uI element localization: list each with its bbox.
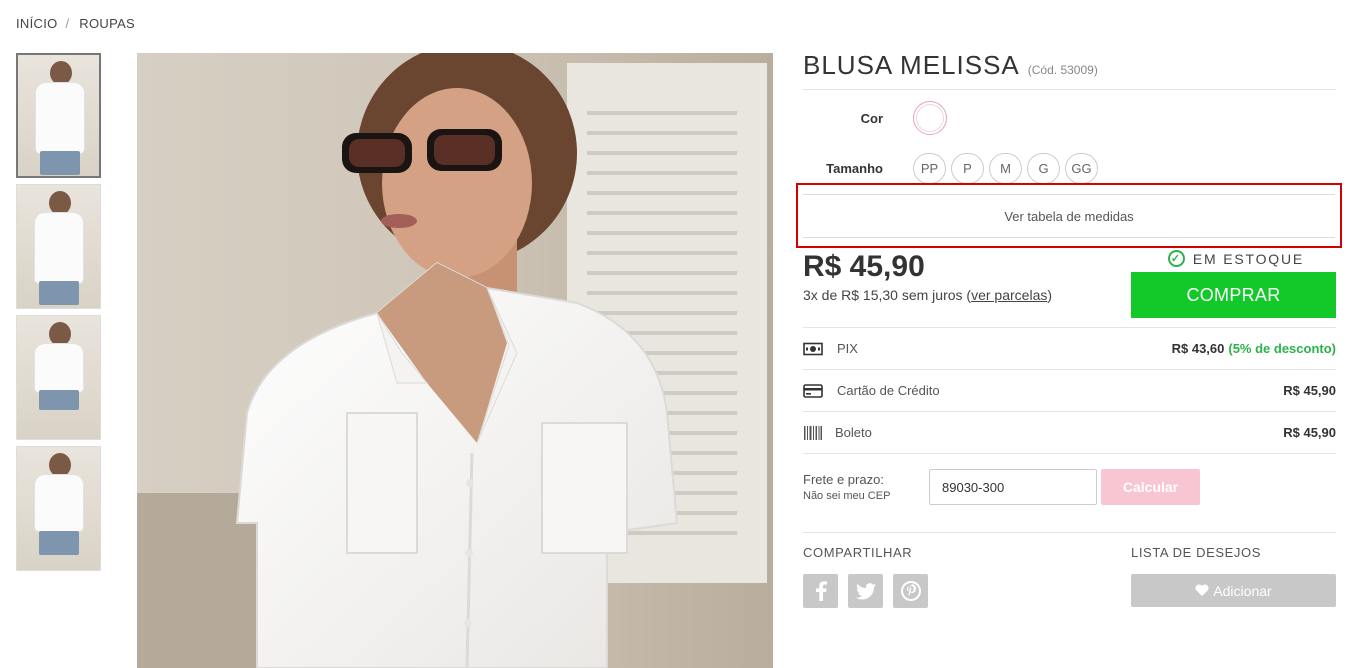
twitter-share-button[interactable] bbox=[848, 574, 883, 608]
product-photo bbox=[137, 53, 773, 668]
pinterest-share-button[interactable] bbox=[893, 574, 928, 608]
title-row: BLUSA MELISSA (Cód. 53009) bbox=[803, 48, 1336, 90]
wishlist-label: LISTA DE DESEJOS bbox=[1131, 545, 1262, 560]
product-title: BLUSA MELISSA bbox=[803, 50, 1020, 80]
installments-text: 3x de R$ 15,30 sem juros ( bbox=[803, 287, 972, 303]
payment-name: Boleto bbox=[835, 425, 872, 440]
product-price: R$ 45,90 bbox=[803, 250, 925, 283]
barcode-icon bbox=[803, 425, 823, 440]
size-table-link[interactable]: Ver tabela de medidas bbox=[803, 194, 1335, 238]
size-button-m[interactable]: M bbox=[989, 152, 1022, 184]
product-code: (Cód. 53009) bbox=[1027, 63, 1098, 77]
stock-status: ✓ EM ESTOQUE bbox=[1167, 250, 1304, 267]
size-table-highlight: Ver tabela de medidas bbox=[796, 183, 1342, 248]
main-product-image[interactable] bbox=[137, 53, 773, 668]
payment-value: R$ 43,60 bbox=[1171, 341, 1225, 356]
shipping-label: Frete e prazo: bbox=[803, 472, 884, 487]
shipping-calculator: Frete e prazo: Não sei meu CEP Calcular bbox=[803, 469, 1336, 533]
installments-link[interactable]: ver parcelas bbox=[971, 287, 1047, 303]
buy-button[interactable]: COMPRAR bbox=[1131, 272, 1336, 318]
payment-value: R$ 45,90 bbox=[1283, 383, 1336, 398]
size-button-g[interactable]: G bbox=[1027, 152, 1060, 184]
payment-methods: PIX R$ 43,60 (5% de desconto) Cartão de … bbox=[803, 328, 1336, 454]
thumbnail-3[interactable] bbox=[16, 315, 101, 440]
breadcrumb: INÍCIO / ROUPAS bbox=[16, 16, 135, 31]
unknown-cep-link[interactable]: Não sei meu CEP bbox=[803, 490, 890, 502]
calculate-shipping-button[interactable]: Calcular bbox=[1101, 469, 1200, 505]
check-circle-icon: ✓ bbox=[1167, 250, 1185, 267]
breadcrumb-separator: / bbox=[65, 16, 70, 31]
size-button-p[interactable]: P bbox=[951, 152, 984, 184]
payment-name: PIX bbox=[837, 341, 858, 356]
payment-row-boleto: Boleto R$ 45,90 bbox=[803, 412, 1336, 454]
wishlist-button-label: Adicionar bbox=[1213, 582, 1272, 599]
color-option-row: Cor bbox=[803, 94, 1336, 142]
pinterest-icon bbox=[900, 581, 921, 601]
size-options: PP P M G GG bbox=[913, 152, 1098, 184]
installments-close: ) bbox=[1047, 287, 1053, 303]
color-label: Cor bbox=[860, 110, 883, 126]
thumbnail-gallery bbox=[16, 53, 101, 577]
facebook-icon bbox=[815, 581, 827, 601]
price-block: R$ 45,90 3x de R$ 15,30 sem juros (ver p… bbox=[803, 248, 1336, 328]
stock-status-text: EM ESTOQUE bbox=[1192, 250, 1304, 267]
share-section: COMPARTILHAR LISTA DE DESEJOS Adicionar bbox=[803, 545, 1336, 608]
product-info: BLUSA MELISSA (Cód. 53009) Cor Tamanho P… bbox=[803, 48, 1336, 194]
size-label: Tamanho bbox=[826, 160, 883, 176]
size-button-pp[interactable]: PP bbox=[913, 152, 946, 184]
credit-card-icon bbox=[803, 383, 823, 398]
breadcrumb-home-link[interactable]: INÍCIO bbox=[16, 16, 58, 31]
breadcrumb-category-link[interactable]: ROUPAS bbox=[79, 16, 135, 31]
payment-row-pix: PIX R$ 43,60 (5% de desconto) bbox=[803, 328, 1336, 370]
heart-icon bbox=[1195, 583, 1209, 599]
size-button-gg[interactable]: GG bbox=[1065, 152, 1098, 184]
thumbnail-2[interactable] bbox=[16, 184, 101, 309]
payment-value: R$ 45,90 bbox=[1283, 425, 1336, 440]
add-to-wishlist-button[interactable]: Adicionar bbox=[1131, 574, 1336, 607]
payment-name: Cartão de Crédito bbox=[837, 383, 940, 398]
thumbnail-4[interactable] bbox=[16, 446, 101, 571]
social-buttons bbox=[803, 574, 928, 608]
payment-row-credit-card: Cartão de Crédito R$ 45,90 bbox=[803, 370, 1336, 412]
installments-info: 3x de R$ 15,30 sem juros (ver parcelas) bbox=[803, 287, 1052, 303]
cep-input[interactable] bbox=[929, 469, 1097, 505]
thumbnail-1[interactable] bbox=[16, 53, 101, 178]
facebook-share-button[interactable] bbox=[803, 574, 838, 608]
pix-icon bbox=[803, 342, 823, 356]
twitter-icon bbox=[855, 582, 876, 599]
color-swatch-white[interactable] bbox=[913, 101, 947, 135]
payment-discount: (5% de desconto) bbox=[1228, 341, 1336, 356]
